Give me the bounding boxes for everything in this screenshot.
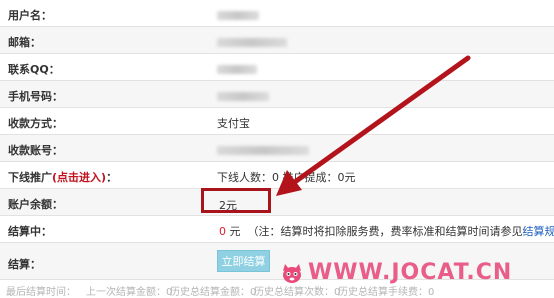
row-payment-account: 收款账号： (0, 135, 554, 162)
settling-unit: 元 (226, 225, 241, 238)
qq-label: 联系QQ： (8, 61, 60, 77)
payment-account-label: 收款账号： (8, 142, 63, 158)
row-downline: 下线推广(点击进入)： 下线人数：0 推广提成：0元 (0, 162, 554, 189)
downline-label-text: 下线推广 (8, 171, 52, 184)
row-settling: 结算中： 0 元 （注：结算时将扣除服务费，费率标准和结算时间请参见结算规则） (0, 216, 554, 243)
settle-now-button[interactable]: 立即结算 (217, 250, 270, 272)
history-settle-fee: 历史总结算手续费：0 (338, 283, 434, 298)
username-value-redacted (217, 7, 259, 20)
balance-label: 账户余额： (8, 196, 63, 212)
row-balance: 账户余额： (0, 189, 554, 216)
downline-enter-link[interactable]: (点击进入) (52, 171, 106, 184)
cat-logo-icon (280, 262, 304, 286)
username-label: 用户名： (8, 7, 52, 23)
payment-account-value-redacted (217, 142, 309, 155)
row-payment-method: 收款方式： 支付宝 (0, 108, 554, 135)
email-value-redacted (217, 34, 287, 47)
downline-label: 下线推广(点击进入)： (8, 169, 117, 185)
downline-value: 下线人数：0 推广提成：0元 (217, 169, 356, 185)
downline-label-colon: ： (106, 171, 117, 184)
row-phone: 手机号码： (0, 81, 554, 108)
payment-method-value: 支付宝 (217, 115, 250, 131)
balance-value: 2元 (219, 197, 237, 213)
settle-label: 结算： (8, 256, 41, 272)
settling-value: 0 元 （注：结算时将扣除服务费，费率标准和结算时间请参见结算规则） (219, 223, 554, 239)
row-username: 用户名： (0, 0, 554, 27)
settling-note: （注：结算时将扣除服务费，费率标准和结算时间请参见 (248, 225, 523, 238)
qq-value-redacted (217, 61, 257, 74)
last-settle-time: 最后结算时间： (6, 283, 76, 298)
email-label: 邮箱： (8, 34, 41, 50)
settling-label: 结算中： (8, 223, 52, 239)
last-settle-amount: 上一次结算金额：0 (86, 283, 172, 298)
phone-label: 手机号码： (8, 88, 63, 104)
settlement-rules-link[interactable]: 结算规则 (523, 225, 554, 238)
watermark-text: WWW.JOCAT.CN (308, 260, 512, 285)
row-qq: 联系QQ： (0, 54, 554, 81)
payment-method-label: 收款方式： (8, 115, 63, 131)
settling-amount: 0 (219, 225, 226, 238)
row-email: 邮箱： (0, 27, 554, 54)
history-settle-amount: 历史总结算金额：0 (170, 283, 256, 298)
phone-value-redacted (217, 88, 269, 101)
